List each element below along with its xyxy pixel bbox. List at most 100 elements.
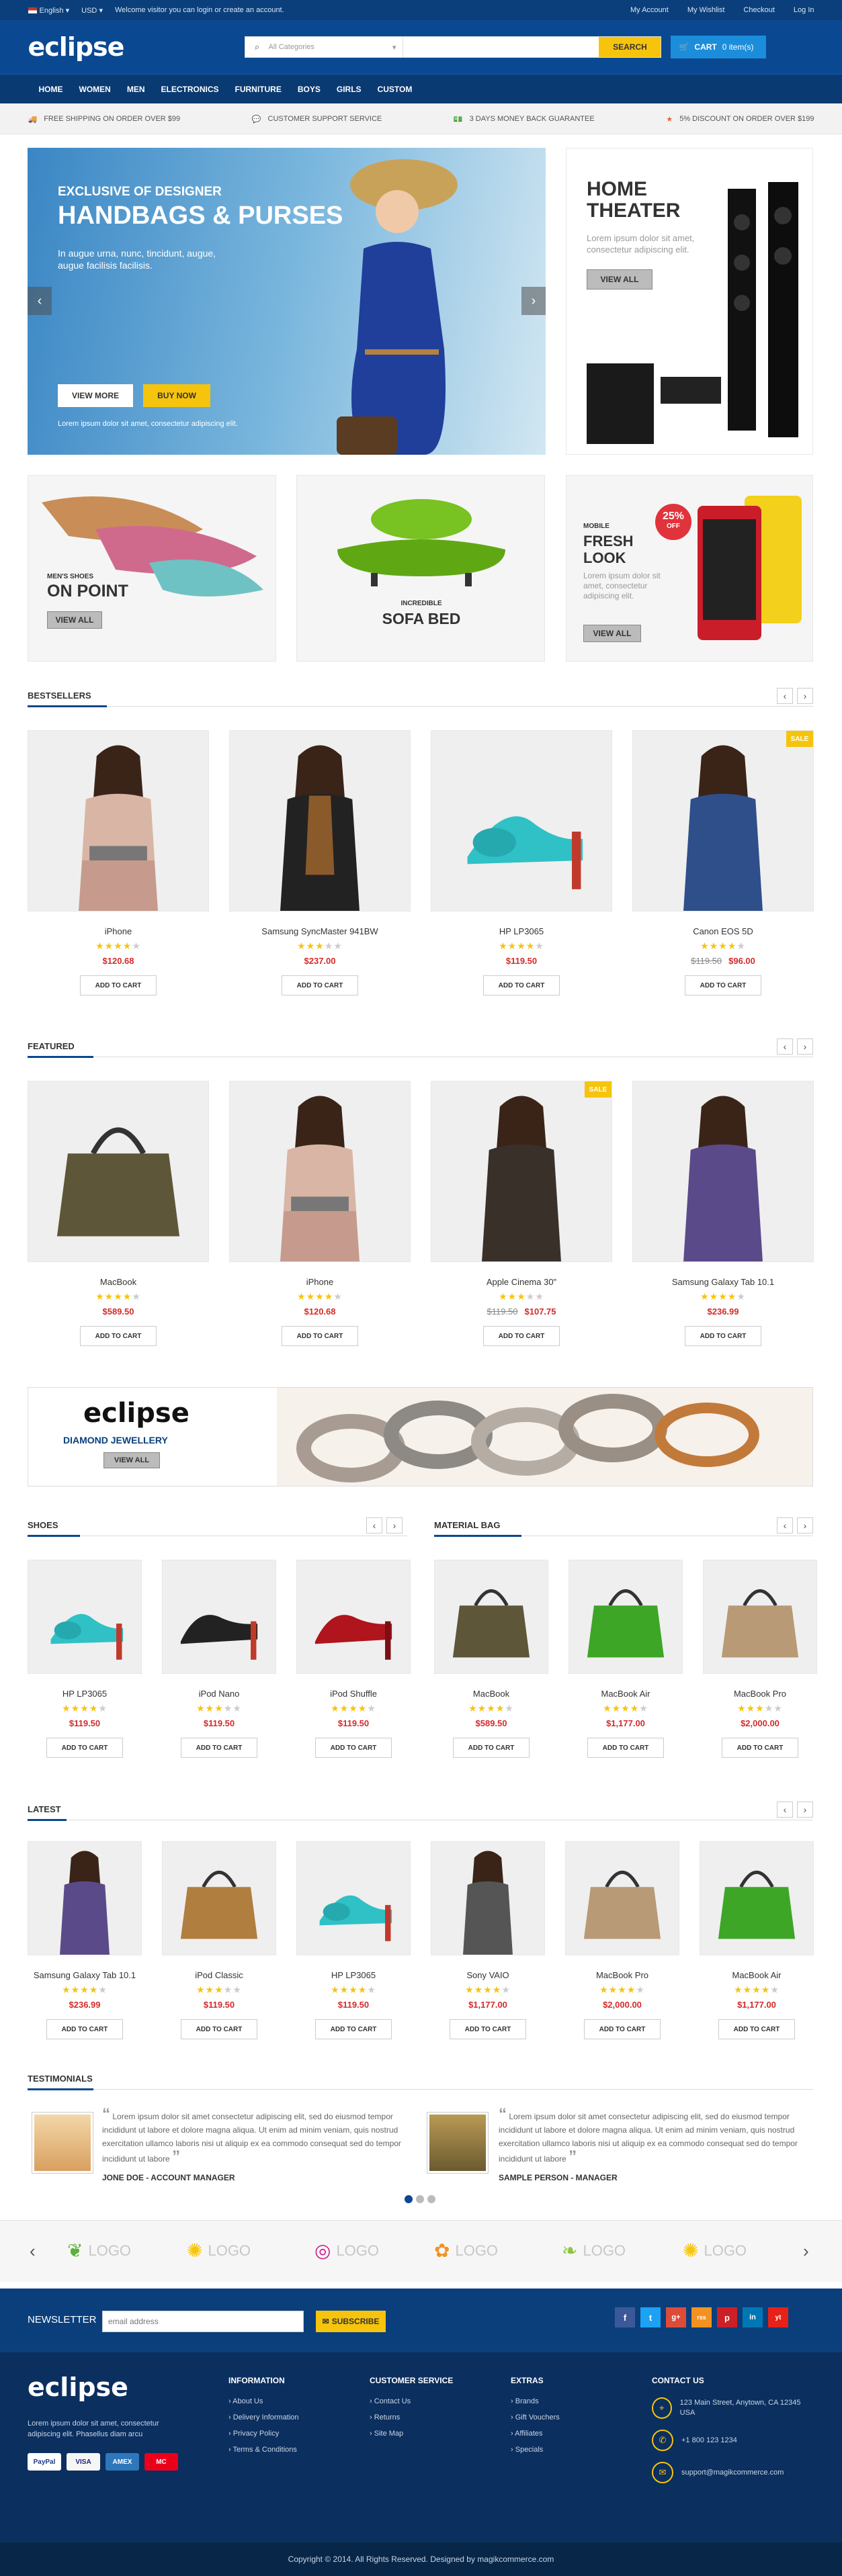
view-more-button[interactable]: VIEW MORE <box>58 384 133 407</box>
twitter-icon[interactable]: t <box>640 2307 661 2327</box>
product-card[interactable]: MacBook ★★★★★ $589.50 ADD TO CART <box>28 1081 209 1346</box>
add-to-cart-button[interactable]: ADD TO CART <box>79 975 157 995</box>
product-card[interactable]: SALE Canon EOS 5D ★★★★★ $119.50 $96.00 ADD TO… <box>632 730 814 995</box>
category-select[interactable]: All Categories ▾ <box>268 37 403 57</box>
pager-dot[interactable] <box>405 2195 413 2203</box>
product-image[interactable] <box>431 1841 545 1955</box>
add-to-cart-button[interactable]: ADD TO CART <box>46 1738 124 1758</box>
product-image[interactable] <box>28 730 209 912</box>
product-image[interactable] <box>434 1560 548 1674</box>
buy-now-button[interactable]: BUY NOW <box>143 384 210 407</box>
product-name[interactable]: Samsung Galaxy Tab 10.1 <box>632 1277 814 1287</box>
view-all-button[interactable]: VIEW ALL <box>583 625 641 642</box>
prev-arrow-icon[interactable]: ‹ <box>777 1517 793 1534</box>
add-to-cart-button[interactable]: ADD TO CART <box>180 1738 258 1758</box>
product-image[interactable] <box>700 1841 814 1955</box>
product-name[interactable]: MacBook Air <box>700 1970 814 1980</box>
brand-logo[interactable]: ◎ LOGO <box>314 2239 379 2262</box>
product-image[interactable] <box>162 1560 276 1674</box>
product-image[interactable] <box>296 1841 411 1955</box>
add-to-cart-button[interactable]: ADD TO CART <box>718 2019 796 2039</box>
footer-logo[interactable]: eclipse <box>28 2372 128 2402</box>
product-card[interactable]: MacBook Pro ★★★★★ $2,000.00 ADD TO CART <box>703 1560 817 1758</box>
promo-sofa-bed[interactable]: INCREDIBLE SOFA BED <box>296 475 545 662</box>
product-name[interactable]: Canon EOS 5D <box>632 926 814 936</box>
product-image[interactable] <box>565 1841 679 1955</box>
footer-link[interactable]: › Site Map <box>370 2430 453 2438</box>
add-to-cart-button[interactable]: ADD TO CART <box>46 2019 124 2039</box>
product-card[interactable]: iPod Nano ★★★★★ $119.50 ADD TO CART <box>162 1560 276 1758</box>
add-to-cart-button[interactable]: ADD TO CART <box>684 1326 762 1346</box>
add-to-cart-button[interactable]: ADD TO CART <box>281 1326 359 1346</box>
product-image[interactable] <box>229 730 411 912</box>
brand-logo[interactable]: ❧ LOGO <box>562 2239 626 2262</box>
promo-home-theater[interactable]: HOME THEATER Lorem ipsum dolor sit amet,… <box>566 148 813 455</box>
footer-link[interactable]: › Gift Vouchers <box>511 2413 560 2422</box>
login-link[interactable]: Log In <box>794 6 814 14</box>
next-arrow-icon[interactable]: › <box>797 1517 813 1534</box>
prev-arrow-icon[interactable]: ‹ <box>777 688 793 704</box>
footer-link[interactable]: › Delivery Information <box>228 2413 299 2422</box>
add-to-cart-button[interactable]: ADD TO CART <box>452 1738 530 1758</box>
product-image[interactable]: SALE <box>632 730 814 912</box>
product-card[interactable]: iPhone ★★★★★ $120.68 ADD TO CART <box>229 1081 411 1346</box>
linkedin-icon[interactable]: in <box>743 2307 763 2327</box>
product-name[interactable]: iPod Shuffle <box>296 1689 411 1699</box>
product-name[interactable]: Samsung SyncMaster 941BW <box>229 926 411 936</box>
add-to-cart-button[interactable]: ADD TO CART <box>314 2019 392 2039</box>
next-arrow-icon[interactable]: › <box>797 1802 813 1818</box>
product-card[interactable]: iPod Classic ★★★★★ $119.50 ADD TO CART <box>162 1841 276 2039</box>
pinterest-icon[interactable]: p <box>717 2307 737 2327</box>
product-image[interactable] <box>229 1081 411 1262</box>
product-name[interactable]: Samsung Galaxy Tab 10.1 <box>28 1970 142 1980</box>
product-name[interactable]: HP LP3065 <box>431 926 612 936</box>
product-card[interactable]: Sony VAIO ★★★★★ $1,177.00 ADD TO CART <box>431 1841 545 2039</box>
product-image[interactable] <box>28 1081 209 1262</box>
product-name[interactable]: iPod Nano <box>162 1689 276 1699</box>
language-select[interactable]: English ▾ <box>28 6 69 15</box>
product-card[interactable]: iPod Shuffle ★★★★★ $119.50 ADD TO CART <box>296 1560 411 1758</box>
view-all-button[interactable]: VIEW ALL <box>47 611 102 629</box>
product-image[interactable] <box>569 1560 683 1674</box>
product-image[interactable] <box>296 1560 411 1674</box>
next-arrow-icon[interactable]: › <box>797 1038 813 1055</box>
rss-icon[interactable]: rss <box>691 2307 712 2327</box>
product-name[interactable]: Apple Cinema 30" <box>431 1277 612 1287</box>
product-name[interactable]: Sony VAIO <box>431 1970 545 1980</box>
pager-dot[interactable] <box>427 2195 435 2203</box>
slider-next-arrow[interactable]: › <box>521 287 546 315</box>
hero-slider[interactable]: EXCLUSIVE OF DESIGNER HANDBAGS & PURSES … <box>28 148 546 455</box>
product-card[interactable]: Samsung SyncMaster 941BW ★★★★★ $237.00 ADD … <box>229 730 411 995</box>
cart-button[interactable]: 🛒 CART 0 item(s) <box>671 36 767 58</box>
product-name[interactable]: MacBook <box>28 1277 209 1287</box>
nav-boys[interactable]: BOYS <box>290 85 329 94</box>
product-name[interactable]: MacBook Pro <box>565 1970 679 1980</box>
subscribe-button[interactable]: ✉ SUBSCRIBE <box>316 2311 386 2332</box>
add-to-cart-button[interactable]: ADD TO CART <box>482 975 560 995</box>
footer-link[interactable]: › About Us <box>228 2397 299 2405</box>
footer-email[interactable]: support@magikcommerce.com <box>681 2469 784 2477</box>
product-image[interactable] <box>162 1841 276 1955</box>
google-plus-icon[interactable]: g+ <box>666 2307 686 2327</box>
product-name[interactable]: iPod Classic <box>162 1970 276 1980</box>
product-card[interactable]: HP LP3065 ★★★★★ $119.50 ADD TO CART <box>296 1841 411 2039</box>
nav-men[interactable]: MEN <box>119 85 153 94</box>
jewellery-banner[interactable]: eclipse DIAMOND JEWELLERY VIEW ALL <box>28 1387 813 1486</box>
nav-women[interactable]: WOMEN <box>71 85 119 94</box>
slider-prev-arrow[interactable]: ‹ <box>28 287 52 315</box>
add-to-cart-button[interactable]: ADD TO CART <box>587 1738 665 1758</box>
product-name[interactable]: MacBook <box>434 1689 548 1699</box>
footer-link[interactable]: › Returns <box>370 2413 453 2422</box>
currency-select[interactable]: USD ▾ <box>81 6 103 15</box>
product-image[interactable] <box>632 1081 814 1262</box>
product-card[interactable]: SALE Apple Cinema 30" ★★★★★ $119.50 $107.75 A… <box>431 1081 612 1346</box>
facebook-icon[interactable]: f <box>615 2307 635 2327</box>
product-card[interactable]: HP LP3065 ★★★★★ $119.50 ADD TO CART <box>28 1560 142 1758</box>
nav-home[interactable]: HOME <box>28 85 71 94</box>
search-button[interactable]: SEARCH <box>599 37 661 57</box>
next-arrow-icon[interactable]: › <box>797 688 813 704</box>
product-name[interactable]: iPhone <box>28 926 209 936</box>
nav-electronics[interactable]: ELECTRONICS <box>153 85 227 94</box>
add-to-cart-button[interactable]: ADD TO CART <box>583 2019 661 2039</box>
brand-logo[interactable]: ✺ LOGO <box>187 2239 251 2262</box>
